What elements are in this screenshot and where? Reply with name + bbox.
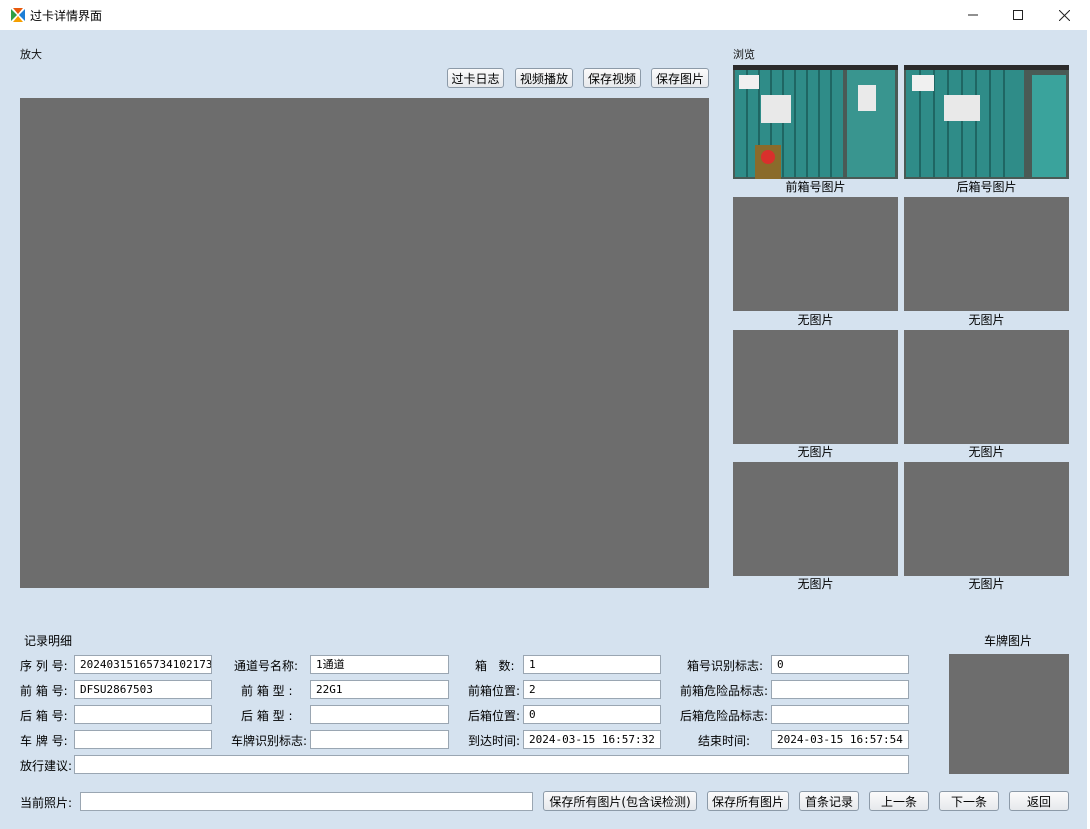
front-box-thumbnail[interactable] xyxy=(733,65,898,179)
thumbnail-caption: 后箱号图片 xyxy=(956,180,1017,194)
container-photo-icon xyxy=(904,65,1069,179)
serial-field[interactable]: 20240315165734102173 xyxy=(74,655,212,674)
front-box-type-field[interactable]: 22G1 xyxy=(310,680,449,699)
close-icon xyxy=(1058,9,1070,21)
close-button[interactable] xyxy=(1041,0,1087,30)
rear-box-type-label: 后 箱 型 : xyxy=(241,709,293,723)
box-count-label: 箱 数: xyxy=(475,659,515,673)
rear-box-pos-field[interactable]: 0 xyxy=(523,705,661,724)
plate-image-label: 车牌图片 xyxy=(984,634,1033,648)
front-box-pos-field[interactable]: 2 xyxy=(523,680,661,699)
back-button[interactable]: 返回 xyxy=(1009,791,1069,811)
current-photo-label: 当前照片: xyxy=(20,796,73,810)
video-play-button[interactable]: 视频播放 xyxy=(515,68,573,88)
channel-label: 通道号名称: xyxy=(234,659,299,673)
box-count-field[interactable]: 1 xyxy=(523,655,661,674)
thumbnail-caption: 无图片 xyxy=(797,577,834,591)
thumbnail-caption: 无图片 xyxy=(797,313,834,327)
thumbnail-slot[interactable] xyxy=(733,462,898,576)
serial-label: 序 列 号: xyxy=(20,659,68,673)
rear-danger-flag-label: 后箱危险品标志: xyxy=(680,709,769,723)
front-box-type-label: 前 箱 型 : xyxy=(241,684,293,698)
next-record-button[interactable]: 下一条 xyxy=(939,791,999,811)
front-box-pos-label: 前箱位置: xyxy=(468,684,521,698)
pass-log-button[interactable]: 过卡日志 xyxy=(447,68,504,88)
front-box-no-field[interactable]: DFSU2867503 xyxy=(74,680,212,699)
rear-danger-flag-field[interactable] xyxy=(771,705,909,724)
thumbnail-slot[interactable] xyxy=(904,462,1069,576)
rear-box-thumbnail[interactable] xyxy=(904,65,1069,179)
window-title: 过卡详情界面 xyxy=(30,9,103,23)
app-logo-icon xyxy=(10,7,26,23)
thumbnail-slot[interactable] xyxy=(733,197,898,311)
container-photo-icon xyxy=(733,65,898,179)
release-advice-field[interactable] xyxy=(74,755,909,774)
box-id-flag-label: 箱号识别标志: xyxy=(687,659,764,673)
thumbnail-caption: 无图片 xyxy=(797,445,834,459)
maximize-button[interactable] xyxy=(995,0,1041,30)
title-bar xyxy=(0,0,1090,30)
release-advice-label: 放行建议: xyxy=(20,759,73,773)
rear-box-type-field[interactable] xyxy=(310,705,449,724)
thumbnail-caption: 无图片 xyxy=(968,445,1005,459)
details-section-label: 记录明细 xyxy=(24,634,73,648)
save-image-button[interactable]: 保存图片 xyxy=(651,68,709,88)
save-all-images-with-errors-button[interactable]: 保存所有图片(包含误检测) xyxy=(543,791,697,811)
channel-field[interactable]: 1通道 xyxy=(310,655,449,674)
thumbnail-caption: 前箱号图片 xyxy=(785,180,846,194)
plate-image[interactable] xyxy=(949,654,1069,774)
rear-box-no-field[interactable] xyxy=(74,705,212,724)
thumbnail-caption: 无图片 xyxy=(968,313,1005,327)
front-danger-flag-field[interactable] xyxy=(771,680,909,699)
thumbnail-caption: 无图片 xyxy=(968,577,1005,591)
rear-box-no-label: 后 箱 号: xyxy=(20,709,68,723)
save-video-button[interactable]: 保存视频 xyxy=(583,68,641,88)
plate-no-label: 车 牌 号: xyxy=(20,734,68,748)
prev-record-button[interactable]: 上一条 xyxy=(869,791,929,811)
browse-section-label: 浏览 xyxy=(733,48,755,61)
end-time-field[interactable]: 2024-03-15 16:57:54 xyxy=(771,730,909,749)
thumbnail-slot[interactable] xyxy=(904,197,1069,311)
minimize-icon xyxy=(968,14,978,16)
arrival-time-label: 到达时间: xyxy=(468,734,521,748)
thumbnail-slot[interactable] xyxy=(904,330,1069,444)
save-all-images-button[interactable]: 保存所有图片 xyxy=(707,791,789,811)
zoom-image-viewer[interactable] xyxy=(20,98,709,588)
first-record-button[interactable]: 首条记录 xyxy=(799,791,859,811)
minimize-button[interactable] xyxy=(950,0,996,30)
arrival-time-field[interactable]: 2024-03-15 16:57:32 xyxy=(523,730,661,749)
front-box-no-label: 前 箱 号: xyxy=(20,684,68,698)
plate-id-flag-field[interactable] xyxy=(310,730,449,749)
end-time-label: 结束时间: xyxy=(698,734,751,748)
box-id-flag-field[interactable]: 0 xyxy=(771,655,909,674)
front-danger-flag-label: 前箱危险品标志: xyxy=(680,684,769,698)
plate-no-field[interactable] xyxy=(74,730,212,749)
thumbnail-slot[interactable] xyxy=(733,330,898,444)
current-photo-field[interactable] xyxy=(80,792,533,811)
plate-id-flag-label: 车牌识别标志: xyxy=(231,734,308,748)
rear-box-pos-label: 后箱位置: xyxy=(468,709,521,723)
zoom-section-label: 放大 xyxy=(20,48,42,61)
maximize-icon xyxy=(1013,10,1023,20)
